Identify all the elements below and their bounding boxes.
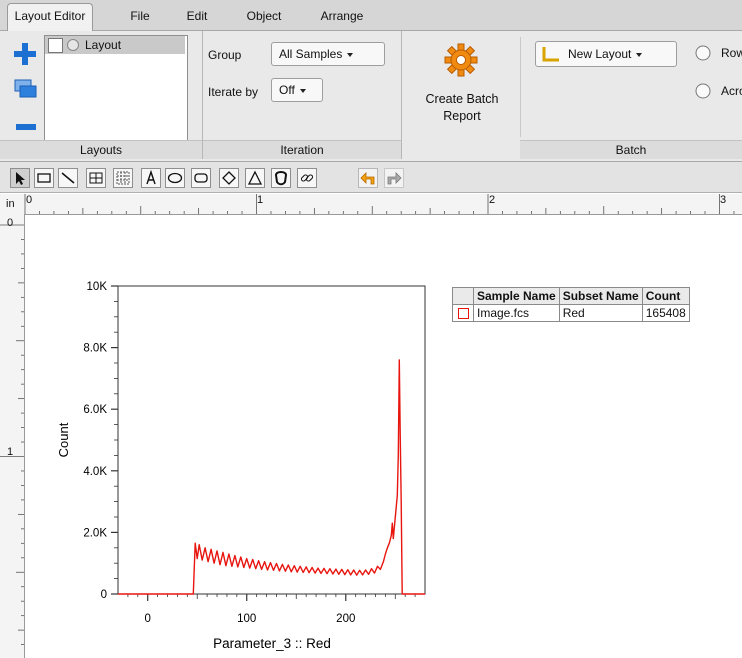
- x-tick-label: 200: [336, 613, 355, 625]
- x-tick-label: 0: [145, 613, 151, 625]
- y-tick-label: 2.0K: [83, 527, 107, 539]
- y-tick-label: 10K: [87, 281, 108, 293]
- histogram-chart[interactable]: 0 2.0K 4.0K 6.0K 8.0K 10K 0 100 200 Count Param…: [0, 0, 742, 658]
- plot-area: [117, 285, 426, 595]
- table-row[interactable]: Image.fcs Red 165408: [452, 304, 690, 322]
- table-cell-count: 165408: [641, 304, 690, 322]
- y-tick-label: 0: [101, 589, 107, 601]
- statistics-table[interactable]: Sample Name Subset Name Count Image.fcs …: [452, 287, 690, 322]
- x-tick-label: 100: [237, 613, 256, 625]
- table-cell-color: [452, 304, 474, 322]
- table-header-blank: [452, 287, 474, 305]
- table-header-count: Count: [641, 287, 690, 305]
- y-tick-label: 8.0K: [83, 343, 107, 355]
- x-axis-label: Parameter_3 :: Red: [213, 636, 331, 651]
- table-cell-sample: Image.fcs: [473, 304, 560, 322]
- x-axis: 0 100 200: [127, 594, 416, 625]
- y-tick-label: 4.0K: [83, 466, 107, 478]
- table-cell-subset: Red: [558, 304, 643, 322]
- table-header-row: Sample Name Subset Name Count: [452, 287, 690, 305]
- y-tick-label: 6.0K: [83, 404, 107, 416]
- table-header-subset-name: Subset Name: [558, 287, 643, 305]
- color-swatch-icon: [457, 308, 469, 320]
- y-axis: 0 2.0K 4.0K 6.0K 8.0K 10K: [83, 281, 118, 601]
- y-axis-label: Count: [56, 422, 71, 457]
- table-header-sample-name: Sample Name: [473, 287, 560, 305]
